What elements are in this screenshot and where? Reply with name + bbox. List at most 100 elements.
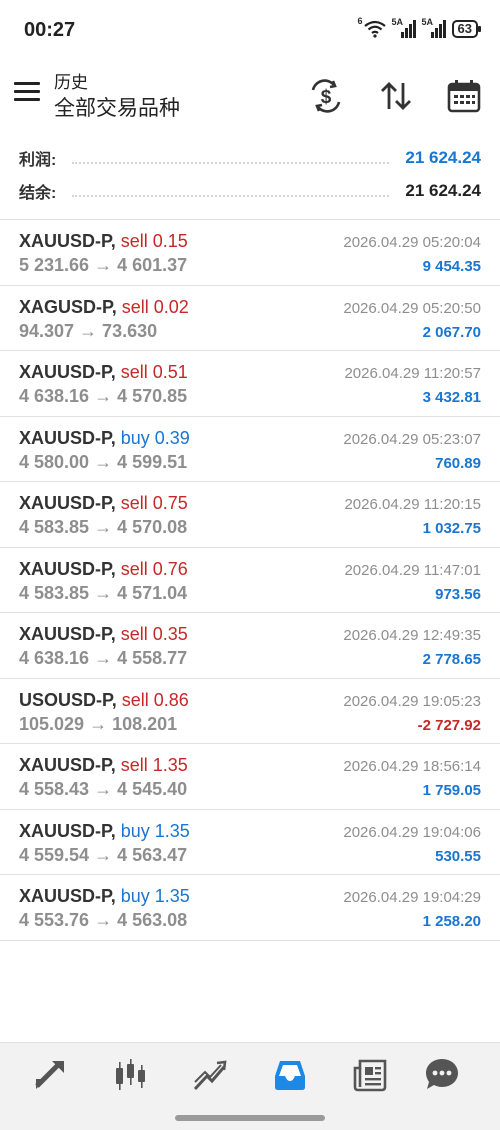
trade-symbol-line: XAUUSD-P, sell 1.35 — [19, 755, 188, 776]
trade-prices: 4 638.16 → 4 570.85 — [19, 386, 188, 406]
symbol-filter-title[interactable]: 全部交易品种 — [54, 92, 180, 122]
trade-symbol: XAUUSD-P, — [19, 362, 116, 382]
menu-icon[interactable] — [14, 82, 40, 104]
trade-profit: 2 778.65 — [422, 651, 481, 668]
trade-prices: 4 583.85 → 4 570.08 — [19, 517, 188, 537]
page-subtitle: 历史 — [54, 73, 88, 92]
trade-symbol-line: XAUUSD-P, sell 0.76 — [19, 559, 188, 580]
trade-side-volume: sell 1.35 — [120, 755, 188, 775]
trade-symbol: XAUUSD-P, — [19, 427, 116, 448]
trade-side-volume: sell 0.75 — [120, 493, 188, 513]
trade-symbol: XAUUSD-P, — [19, 624, 116, 644]
trade-profit: 1 759.05 — [422, 782, 481, 799]
trade-symbol-line: XAUUSD-P, sell 0.15 — [19, 231, 188, 252]
status-bar: 00:27 6 5A 5A 63 — [0, 0, 500, 62]
trade-row[interactable]: XAUUSD-P, sell 1.35 4 558.43 → 4 545.40 20… — [0, 744, 500, 810]
trade-prices: 4 553.76 → 4 563.08 — [19, 910, 188, 930]
trade-profit: 760.89 — [435, 454, 481, 472]
balance-label: 结余: — [19, 185, 57, 202]
sort-icon[interactable] — [376, 76, 416, 116]
trade-profit: 1 032.75 — [422, 520, 481, 537]
trade-time: 2026.04.29 05:23:07 — [343, 430, 481, 448]
balance-row: 结余: 21 624.24 — [19, 178, 481, 204]
trade-prices: 4 583.85 → 4 571.04 — [19, 582, 188, 603]
trade-symbol: XAUUSD-P, — [19, 755, 116, 775]
home-indicator[interactable] — [175, 1115, 325, 1121]
trade-prices: 4 580.00 → 4 599.51 — [19, 451, 188, 472]
trade-symbol: XAUUSD-P, — [19, 493, 116, 513]
trade-row[interactable]: XAUUSD-P, buy 1.35 4 559.54 → 4 563.47 202… — [0, 810, 500, 875]
trade-side-volume: sell 0.76 — [120, 558, 188, 579]
trade-row[interactable]: XAGUSD-P, sell 0.02 94.307 → 73.630 2026.0… — [0, 286, 500, 351]
history-icon[interactable] — [270, 1055, 310, 1095]
chat-icon[interactable] — [422, 1055, 462, 1095]
signal-icon: 5A — [422, 17, 446, 38]
status-icons: 6 5A 5A 63 — [358, 16, 482, 38]
trade-symbol-line: XAUUSD-P, buy 1.35 — [19, 886, 190, 907]
trade-profit: -2 727.92 — [417, 716, 481, 734]
trade-history-list: XAUUSD-P, sell 0.15 5 231.66 → 4 601.37 20… — [0, 220, 500, 941]
trade-row[interactable]: USOUSD-P, sell 0.86 105.029 → 108.201 2026… — [0, 679, 500, 744]
trade-prices: 5 231.66 → 4 601.37 — [19, 255, 188, 275]
trade-symbol: XAUUSD-P, — [19, 820, 116, 841]
trade-prices: 4 558.43 → 4 545.40 — [19, 779, 188, 799]
currency-exchange-icon[interactable]: $ — [306, 76, 346, 116]
trade-row[interactable]: XAUUSD-P, buy 1.35 4 553.76 → 4 563.08 202… — [0, 875, 500, 941]
trade-profit: 530.55 — [435, 847, 481, 865]
trade-time: 2026.04.29 19:05:23 — [343, 692, 481, 710]
trade-prices: 105.029 → 108.201 — [19, 713, 178, 734]
chart-icon[interactable] — [110, 1055, 150, 1095]
bottom-navigation — [0, 1042, 500, 1130]
trade-prices: 4 638.16 → 4 558.77 — [19, 648, 188, 668]
trade-row[interactable]: XAUUSD-P, sell 0.15 5 231.66 → 4 601.37 20… — [0, 220, 500, 286]
profit-label: 利润: — [19, 152, 57, 169]
trade-symbol-line: XAUUSD-P, sell 0.35 — [19, 624, 188, 645]
trade-row[interactable]: XAUUSD-P, sell 0.51 4 638.16 → 4 570.85 20… — [0, 351, 500, 417]
trade-symbol: XAUUSD-P, — [19, 231, 116, 251]
wifi-label: 6 — [357, 16, 363, 26]
trade-time: 2026.04.29 18:56:14 — [343, 758, 481, 775]
trade-row[interactable]: XAUUSD-P, sell 0.75 4 583.85 → 4 570.08 20… — [0, 482, 500, 548]
trade-symbol-line: XAUUSD-P, sell 0.75 — [19, 493, 188, 514]
trade-time: 2026.04.29 11:20:57 — [344, 365, 481, 382]
trade-time: 2026.04.29 19:04:06 — [343, 823, 481, 841]
trade-prices: 4 559.54 → 4 563.47 — [19, 844, 188, 865]
quotes-icon[interactable] — [30, 1055, 70, 1095]
trade-row[interactable]: XAUUSD-P, sell 0.76 4 583.85 → 4 571.04 20… — [0, 548, 500, 613]
trade-profit: 3 432.81 — [422, 389, 481, 406]
signal-icon: 5A — [391, 17, 416, 38]
trade-time: 2026.04.29 11:47:01 — [344, 561, 481, 579]
trade-row[interactable]: XAUUSD-P, sell 0.35 4 638.16 → 4 558.77 20… — [0, 613, 500, 679]
trade-symbol-line: XAUUSD-P, buy 0.39 — [19, 428, 190, 449]
trade-side-volume: buy 0.39 — [120, 427, 190, 448]
svg-text:$: $ — [321, 87, 332, 108]
trade-profit: 1 258.20 — [422, 913, 481, 930]
trade-row[interactable]: XAUUSD-P, buy 0.39 4 580.00 → 4 599.51 202… — [0, 417, 500, 482]
trade-symbol: USOUSD-P, — [19, 689, 117, 710]
news-icon[interactable] — [350, 1055, 390, 1095]
trade-profit: 973.56 — [435, 585, 481, 603]
trade-side-volume: sell 0.86 — [121, 689, 189, 710]
trade-side-volume: sell 0.15 — [120, 231, 188, 251]
profit-row: 利润: 21 624.24 — [19, 145, 481, 171]
trade-profit: 2 067.70 — [422, 323, 481, 341]
trade-time: 2026.04.29 05:20:50 — [343, 299, 481, 317]
trade-symbol: XAUUSD-P, — [19, 886, 116, 906]
trade-side-volume: sell 0.02 — [121, 296, 189, 317]
trade-time: 2026.04.29 11:20:15 — [344, 496, 481, 513]
trade-side-volume: sell 0.51 — [120, 362, 188, 382]
balance-value: 21 624.24 — [405, 181, 481, 200]
summary-panel: 利润: 21 624.24 结余: 21 624.24 — [0, 141, 500, 220]
trade-prices: 94.307 → 73.630 — [19, 320, 158, 341]
wifi-icon: 6 — [358, 16, 386, 38]
trade-profit: 9 454.35 — [422, 258, 481, 275]
dotted-leader — [72, 152, 390, 164]
profit-value: 21 624.24 — [405, 148, 481, 167]
signal-label: 5A — [391, 17, 404, 27]
trade-side-volume: buy 1.35 — [120, 820, 190, 841]
calendar-icon[interactable] — [444, 76, 484, 116]
trade-icon[interactable] — [190, 1055, 230, 1095]
trade-time: 2026.04.29 12:49:35 — [343, 627, 481, 644]
trade-symbol: XAUUSD-P, — [19, 558, 116, 579]
trade-time: 2026.04.29 05:20:04 — [343, 234, 481, 251]
